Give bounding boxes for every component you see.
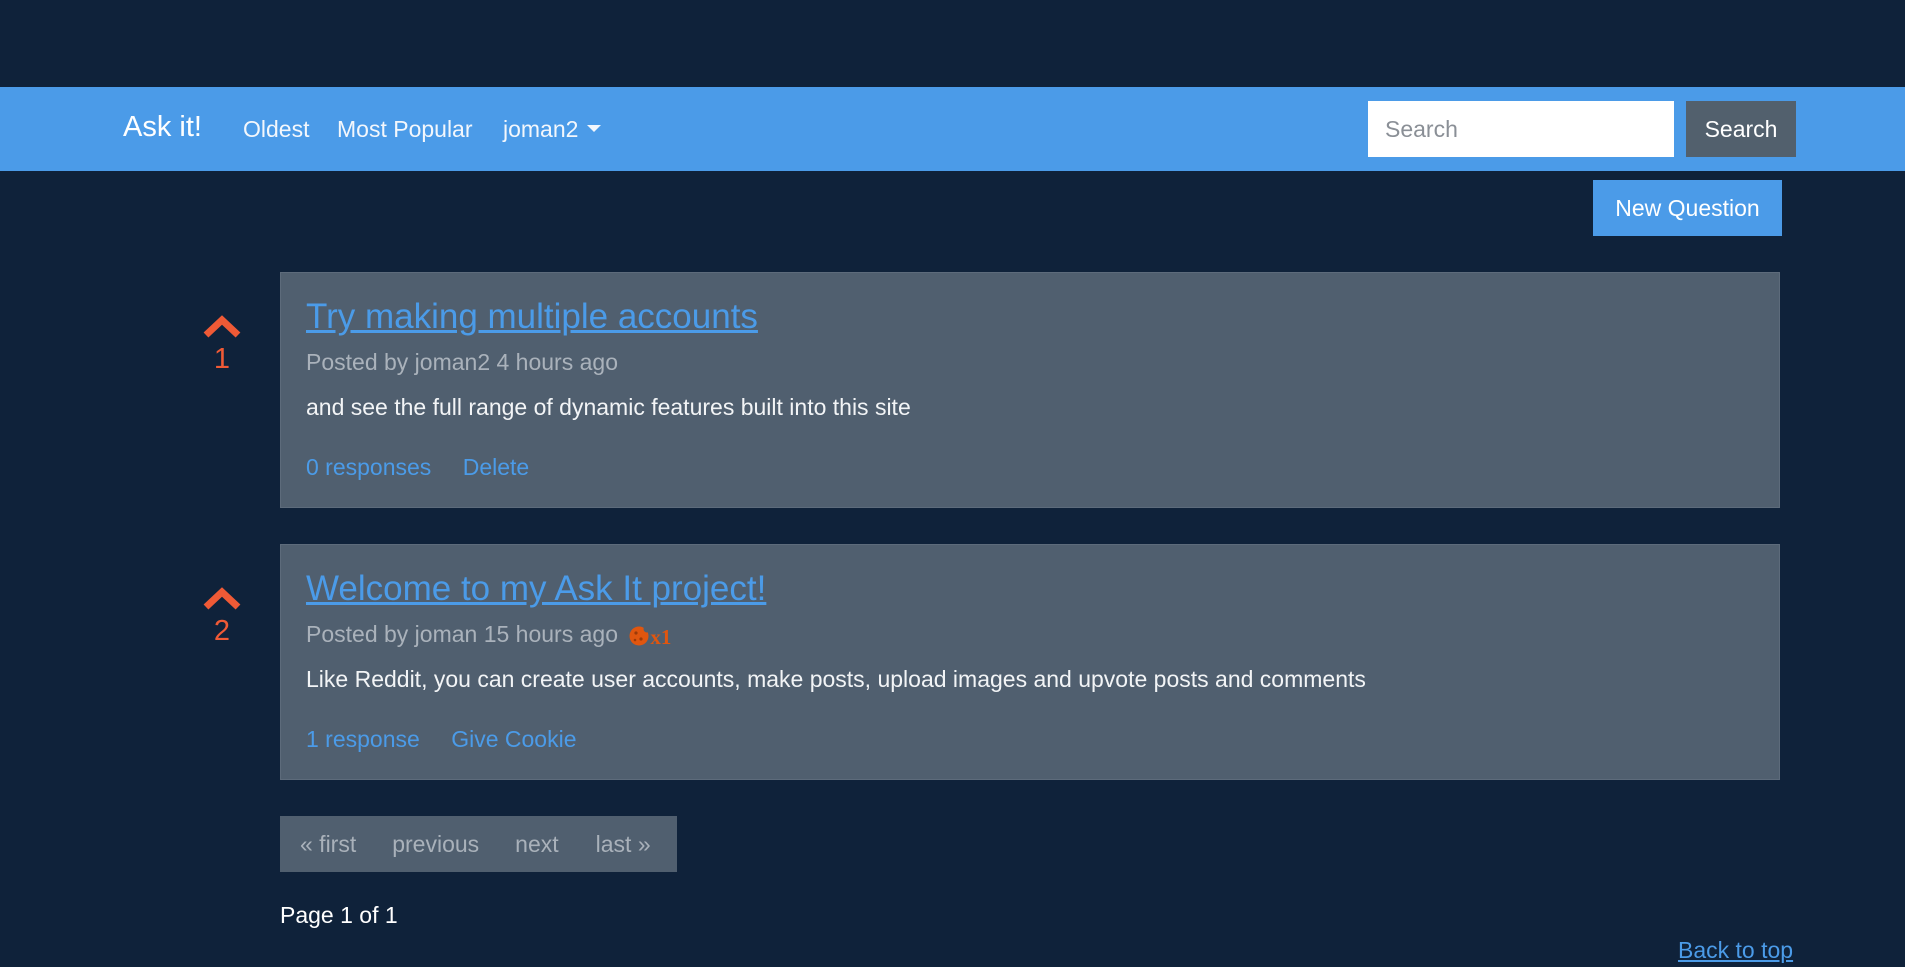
post-meta: Posted by joman2 4 hours ago xyxy=(306,349,618,375)
delete-link[interactable]: Delete xyxy=(463,454,529,480)
search-button[interactable]: Search xyxy=(1686,101,1796,157)
brand-link[interactable]: Ask it! xyxy=(123,111,202,144)
page-last-link[interactable]: last » xyxy=(596,831,651,858)
post-meta: Posted by joman 15 hours ago x1 xyxy=(306,621,671,650)
cookie-count: x1 xyxy=(650,625,672,649)
pagination: « first previous next last » xyxy=(280,816,677,872)
cookie-icon xyxy=(629,625,651,646)
page-previous-link[interactable]: previous xyxy=(392,831,479,858)
vote-widget: 2 xyxy=(190,584,254,648)
post-title-link[interactable]: Welcome to my Ask It project! xyxy=(306,569,766,609)
vote-widget: 1 xyxy=(190,312,254,376)
responses-link[interactable]: 0 responses xyxy=(306,454,431,480)
page-status: Page 1 of 1 xyxy=(280,902,398,928)
post-card: Try making multiple accounts Posted by j… xyxy=(280,272,1780,508)
post-card: Welcome to my Ask It project! Posted by … xyxy=(280,544,1780,780)
page-first-link[interactable]: « first xyxy=(300,831,356,858)
navbar: Ask it! Oldest Most Popular joman2 Searc… xyxy=(0,87,1905,171)
nav-link-most-popular[interactable]: Most Popular xyxy=(337,116,473,143)
nav-link-oldest[interactable]: Oldest xyxy=(243,116,309,143)
post-actions: 1 response Give Cookie xyxy=(306,726,601,753)
caret-down-icon xyxy=(587,125,602,132)
cookie-badge: x1 xyxy=(628,623,671,650)
post-body: Like Reddit, you can create user account… xyxy=(306,666,1366,692)
post-meta-text: Posted by joman 15 hours ago xyxy=(306,621,618,647)
search-input[interactable] xyxy=(1368,101,1674,157)
page-next-link[interactable]: next xyxy=(515,831,558,858)
post-actions: 0 responses Delete xyxy=(306,454,554,481)
user-menu-label: joman2 xyxy=(503,116,579,142)
chevron-up-icon[interactable] xyxy=(201,312,243,340)
post-title-link[interactable]: Try making multiple accounts xyxy=(306,297,758,337)
user-menu-toggle[interactable]: joman2 xyxy=(503,116,602,143)
post-body: and see the full range of dynamic featur… xyxy=(306,394,911,420)
back-to-top-link[interactable]: Back to top xyxy=(1678,937,1793,964)
give-cookie-link[interactable]: Give Cookie xyxy=(451,726,576,752)
new-question-button[interactable]: New Question xyxy=(1593,180,1782,236)
vote-count: 1 xyxy=(213,343,231,375)
vote-count: 2 xyxy=(213,615,231,647)
chevron-up-icon[interactable] xyxy=(201,584,243,612)
responses-link[interactable]: 1 response xyxy=(306,726,420,752)
